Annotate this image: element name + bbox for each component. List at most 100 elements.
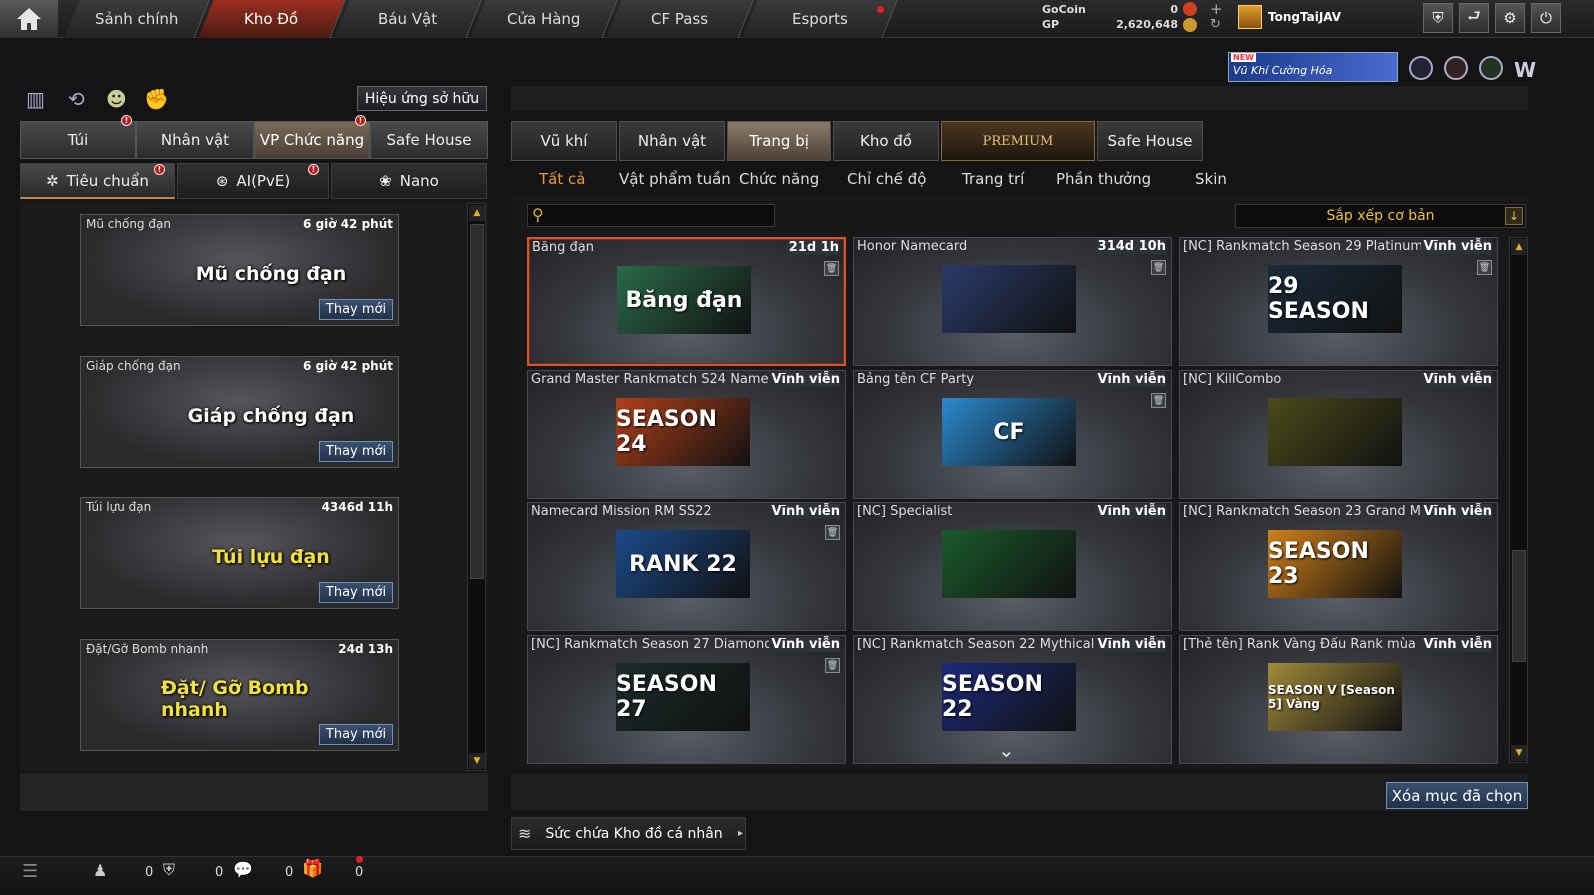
inventory-card[interactable]: Băng đạn 21d 1h 🗑 Băng đạn <box>527 237 846 366</box>
left-tab-tui[interactable]: Túi <box>20 121 136 159</box>
replace-button[interactable]: Thay mới <box>319 299 393 320</box>
refresh-icon[interactable]: ↻ <box>1210 17 1221 32</box>
left-scrollbar[interactable]: ▲ ▼ <box>467 203 486 771</box>
friends-icon[interactable]: ♟ <box>93 861 107 880</box>
equip-card[interactable]: Mũ chống đạn 6 giờ 42 phút Mũ chống đạn … <box>80 214 399 326</box>
trash-icon[interactable]: 🗑 <box>1477 260 1492 275</box>
trash-icon[interactable]: 🗑 <box>1151 393 1166 408</box>
event-icon-3[interactable] <box>1479 56 1503 80</box>
category-chi-che-do[interactable]: Chỉ chế độ <box>847 168 926 190</box>
add-currency-icon[interactable]: + <box>1210 0 1223 18</box>
scroll-up-arrow[interactable]: ▲ <box>469 205 485 221</box>
chevron-down-icon[interactable]: ⌄ <box>998 738 1015 762</box>
subtab-nano[interactable]: ❀ Nano <box>331 163 487 199</box>
trash-icon[interactable]: 🗑 <box>825 525 840 540</box>
exit-room-button[interactable]: ⮐ <box>1459 3 1489 33</box>
stats-icon[interactable]: ▥ <box>26 87 45 111</box>
item-time: Vĩnh viễn <box>1095 637 1166 652</box>
gift-icon[interactable]: 🎁 <box>302 859 323 879</box>
tab-label: VP Chức năng <box>259 131 365 149</box>
power-button[interactable]: ⏻ <box>1531 3 1561 33</box>
inventory-card[interactable]: [Thẻ tên] Rank Vàng Đấu Rank mùa 5 Vĩnh v… <box>1179 635 1498 764</box>
tab-label: PREMIUM <box>982 133 1054 149</box>
character-icon[interactable]: ☻ <box>106 87 127 111</box>
clan-icon[interactable]: ⛨ <box>163 860 175 880</box>
trash-icon[interactable]: 🗑 <box>1151 260 1166 275</box>
inventory-card[interactable]: Namecard Mission RM SS22 Vĩnh viễn 🗑 RANK 2… <box>527 502 846 631</box>
promo-new-label: NEW <box>1231 53 1256 62</box>
chat-icon[interactable]: 💬 <box>233 860 253 879</box>
tab-bau-vat[interactable]: Báu Vật <box>334 0 482 38</box>
subtab-tieu-chuan[interactable]: ✲ Tiêu chuẩn <box>20 163 175 199</box>
sort-arrow-icon[interactable]: ↓ <box>1505 207 1523 225</box>
scroll-thumb[interactable] <box>470 224 484 579</box>
inventory-card[interactable]: [NC] KillCombo Vĩnh viễn <box>1179 370 1498 499</box>
tab-cua-hang[interactable]: Cửa Hàng <box>470 0 618 38</box>
inventory-card[interactable]: Grand Master Rankmatch S24 Namecard Vĩnh … <box>527 370 846 499</box>
search-input[interactable] <box>552 206 772 225</box>
equip-card[interactable]: Túi lựu đạn 4346d 11h Túi lựu đạn Thay m… <box>80 497 399 609</box>
capacity-bar[interactable]: ≋ Sức chứa Kho đồ cá nhân ▸ <box>511 817 746 850</box>
left-tab-safe-house[interactable]: Safe House <box>370 121 488 159</box>
w-logo-icon[interactable]: W <box>1514 58 1536 82</box>
owned-effects-button[interactable]: Hiệu ứng sở hữu <box>357 86 487 111</box>
scroll-up-arrow[interactable]: ▲ <box>1511 239 1527 255</box>
exit-icon: ⮐ <box>1467 6 1481 25</box>
inventory-card[interactable]: [NC] Rankmatch Season 23 Grand MasterVĩn… <box>1179 502 1498 631</box>
equip-card[interactable]: Giáp chống đạn 6 giờ 42 phút Giáp chống … <box>80 356 399 468</box>
trash-icon[interactable]: 🗑 <box>825 658 840 673</box>
history-icon[interactable]: ⟲ <box>68 87 85 111</box>
category-skin[interactable]: Skin <box>1195 168 1227 190</box>
event-icon-1[interactable] <box>1409 56 1433 80</box>
sort-dropdown[interactable]: Sắp xếp cơ bản ↓ <box>1235 204 1526 228</box>
right-tab-premium[interactable]: PREMIUM <box>941 121 1095 161</box>
category-chuc-nang[interactable]: Chức năng <box>739 168 819 190</box>
right-tab-nhan-vat[interactable]: Nhân vật <box>619 121 725 161</box>
subtab-label: AI(PvE) <box>236 172 291 190</box>
replace-button[interactable]: Thay mới <box>319 441 393 462</box>
replace-button[interactable]: Thay mới <box>319 582 393 603</box>
gocoin-label: GoCoin <box>1042 3 1086 16</box>
clan-shield-button[interactable]: ⛨ <box>1423 3 1453 33</box>
category-tat-ca[interactable]: Tất cả <box>539 168 585 190</box>
right-tab-trang-bi[interactable]: Trang bị <box>727 121 831 161</box>
tab-esports[interactable]: Esports <box>742 0 898 38</box>
category-phan-thuong[interactable]: Phần thưởng <box>1056 168 1151 190</box>
category-trang-tri[interactable]: Trang trí <box>962 168 1024 190</box>
scroll-down-arrow[interactable]: ▼ <box>469 753 485 769</box>
subtab-ai-pve[interactable]: ⊛ AI(PvE) <box>177 163 329 199</box>
inventory-card[interactable]: Bảng tên CF Party Vĩnh viễn 🗑 CF <box>853 370 1172 499</box>
left-tab-nhan-vat[interactable]: Nhân vật <box>136 121 254 159</box>
equip-card[interactable]: Đặt/Gỡ Bomb nhanh 24d 13h Đặt/ Gỡ Bomb n… <box>80 639 399 751</box>
inventory-card[interactable]: [NC] Rankmatch Season 29 Platinum Vĩnh vi… <box>1179 237 1498 366</box>
tab-cf-pass[interactable]: CF Pass <box>606 0 754 38</box>
scroll-thumb[interactable] <box>1512 550 1526 662</box>
tab-sanh-chinh[interactable]: Sảnh chính <box>64 0 210 38</box>
inventory-card[interactable]: [NC] Rankmatch Season 27 Diamond Vĩnh viễ… <box>527 635 846 764</box>
inventory-card[interactable]: [NC] Specialist Vĩnh viễn <box>853 502 1172 631</box>
right-tab-vu-khi[interactable]: Vũ khí <box>511 121 617 161</box>
settings-button[interactable]: ⚙ <box>1495 3 1525 33</box>
replace-button[interactable]: Thay mới <box>319 724 393 745</box>
event-icon-2[interactable] <box>1444 56 1468 80</box>
promo-banner[interactable]: NEW Vũ Khí Cường Hóa <box>1228 52 1398 82</box>
grenade-icon[interactable]: ✊ <box>144 87 169 111</box>
right-tab-kho-do[interactable]: Kho đồ <box>833 121 939 161</box>
clan-count: 0 <box>215 865 224 880</box>
tab-label: Sảnh chính <box>94 10 179 28</box>
expand-arrow-icon[interactable]: ▸ <box>738 828 743 839</box>
left-tab-vp-chuc-nang[interactable]: VP Chức năng <box>254 121 370 159</box>
scroll-down-arrow[interactable]: ▼ <box>1511 745 1527 761</box>
menu-icon[interactable]: ☰ <box>22 861 38 882</box>
home-button[interactable] <box>0 0 58 38</box>
trash-icon[interactable]: 🗑 <box>824 261 839 276</box>
right-scrollbar[interactable]: ▲ ▼ <box>1509 237 1528 763</box>
inventory-card[interactable]: Honor Namecard 314d 10h 🗑 <box>853 237 1172 366</box>
right-tab-safe-house[interactable]: Safe House <box>1097 121 1203 161</box>
delete-selected-button[interactable]: Xóa mục đã chọn <box>1386 782 1528 809</box>
power-icon: ⏻ <box>1540 9 1552 27</box>
alert-badge: ! <box>308 164 319 175</box>
search-box[interactable]: ⚲ <box>527 204 775 227</box>
category-vat-pham-tuan[interactable]: Vật phẩm tuần <box>619 168 731 190</box>
tab-kho-do[interactable]: Kho Đồ <box>198 0 346 38</box>
